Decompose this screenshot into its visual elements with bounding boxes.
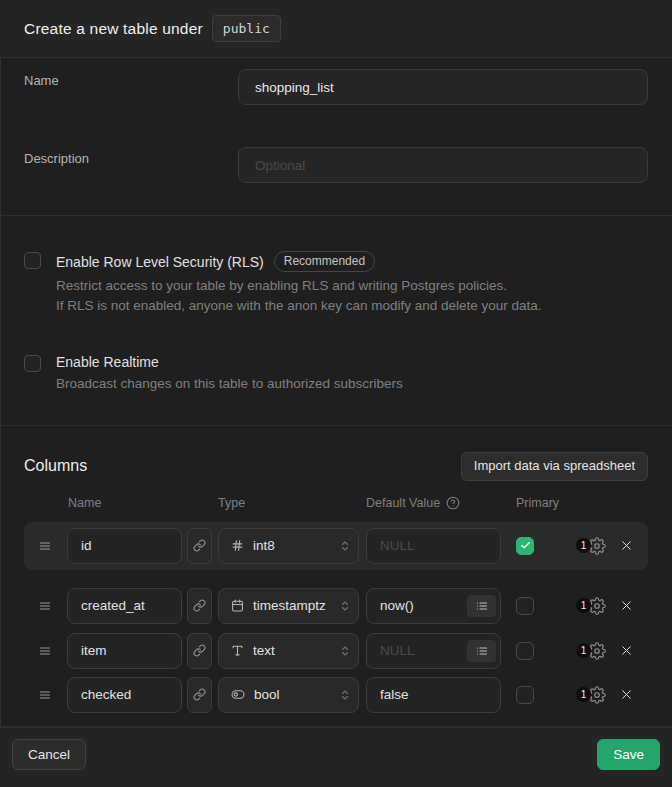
rls-checkbox[interactable] [24,252,41,269]
hash-icon [231,539,244,552]
column-name-input[interactable] [67,528,182,564]
header-type: Type [218,495,366,511]
close-icon [619,538,634,553]
list-icon [476,600,488,612]
chevrons-up-down-icon [339,600,351,612]
close-icon [619,643,634,658]
default-value-picker-button[interactable] [467,640,496,662]
column-row-checked: bool 1 [24,677,648,713]
rls-label: Enable Row Level Security (RLS) [56,254,264,270]
column-row-id: int8 1 [24,522,648,570]
drag-handle-icon[interactable] [24,689,67,701]
cancel-button[interactable]: Cancel [12,739,86,770]
foreign-key-button[interactable] [187,588,212,624]
primary-checkbox[interactable] [516,537,534,555]
column-row-item: text 1 [24,633,648,669]
link-icon [193,688,206,701]
primary-checkbox[interactable] [516,642,534,660]
name-row: Name [24,69,648,105]
description-label: Description [24,147,238,183]
table-description-input[interactable] [238,147,648,183]
default-value-input[interactable] [366,677,501,713]
columns-title: Columns [24,457,87,475]
realtime-toggle-row: Enable Realtime Broadcast changes on thi… [24,354,648,394]
column-name-input[interactable] [67,677,182,713]
import-data-button[interactable]: Import data via spreadsheet [461,452,648,481]
link-icon [193,599,206,612]
column-name-input[interactable] [67,633,182,669]
toggle-icon [231,688,245,701]
column-type-select[interactable]: int8 [218,528,359,564]
schema-badge: public [212,15,281,42]
table-name-input[interactable] [238,69,648,105]
chevrons-up-down-icon [339,645,351,657]
realtime-label: Enable Realtime [56,354,159,370]
panel-footer: Cancel Save [0,727,672,787]
primary-checkbox[interactable] [516,597,534,615]
table-info-section: Name Description [0,58,672,216]
close-icon [619,598,634,613]
default-value-picker-button[interactable] [467,595,496,617]
panel-header: Create a new table under public [0,0,672,58]
remove-column-button[interactable] [619,687,634,702]
link-icon [193,644,206,657]
columns-table-header: Name Type Default Value Primary [24,495,648,511]
foreign-key-button[interactable] [187,677,212,713]
foreign-key-button[interactable] [187,633,212,669]
rls-description: Restrict access to your table by enablin… [56,276,542,316]
column-type-select[interactable]: bool [218,677,359,713]
remove-column-button[interactable] [619,643,634,658]
column-type-select[interactable]: timestamptz [218,588,359,624]
header-primary: Primary [516,495,559,511]
toggles-section: Enable Row Level Security (RLS) Recommen… [0,216,672,426]
create-table-panel: Create a new table under public Name Des… [0,0,672,787]
drag-handle-icon[interactable] [24,600,67,612]
column-type-select[interactable]: text [218,633,359,669]
check-icon [520,540,531,551]
remove-column-button[interactable] [619,538,634,553]
save-button[interactable]: Save [597,739,660,770]
column-name-input[interactable] [67,588,182,624]
realtime-checkbox[interactable] [24,355,41,372]
recommended-badge: Recommended [274,251,375,272]
help-icon[interactable] [446,496,460,510]
chevrons-up-down-icon [339,540,351,552]
column-settings-button[interactable]: 1 [576,641,606,661]
header-default: Default Value [366,495,440,511]
realtime-description: Broadcast changes on this table to autho… [56,374,403,394]
panel-title: Create a new table under [24,20,203,38]
columns-section: Columns Import data via spreadsheet Name… [0,426,672,727]
rls-toggle-row: Enable Row Level Security (RLS) Recommen… [24,251,648,316]
header-name: Name [68,495,218,511]
list-icon [476,645,488,657]
primary-checkbox[interactable] [516,686,534,704]
drag-handle-icon[interactable] [24,645,67,657]
name-label: Name [24,69,238,105]
foreign-key-button[interactable] [187,528,212,564]
column-row-created-at: timestamptz 1 [24,588,648,624]
column-settings-button[interactable]: 1 [576,685,606,705]
column-settings-button[interactable]: 1 [576,536,606,556]
link-icon [193,539,206,552]
description-row: Description [24,147,648,183]
drag-handle-icon[interactable] [24,540,67,552]
calendar-icon [231,599,244,612]
column-settings-button[interactable]: 1 [576,596,606,616]
default-value-input[interactable] [366,528,501,564]
text-type-icon [231,644,244,657]
remove-column-button[interactable] [619,598,634,613]
chevrons-up-down-icon [339,689,351,701]
close-icon [619,687,634,702]
